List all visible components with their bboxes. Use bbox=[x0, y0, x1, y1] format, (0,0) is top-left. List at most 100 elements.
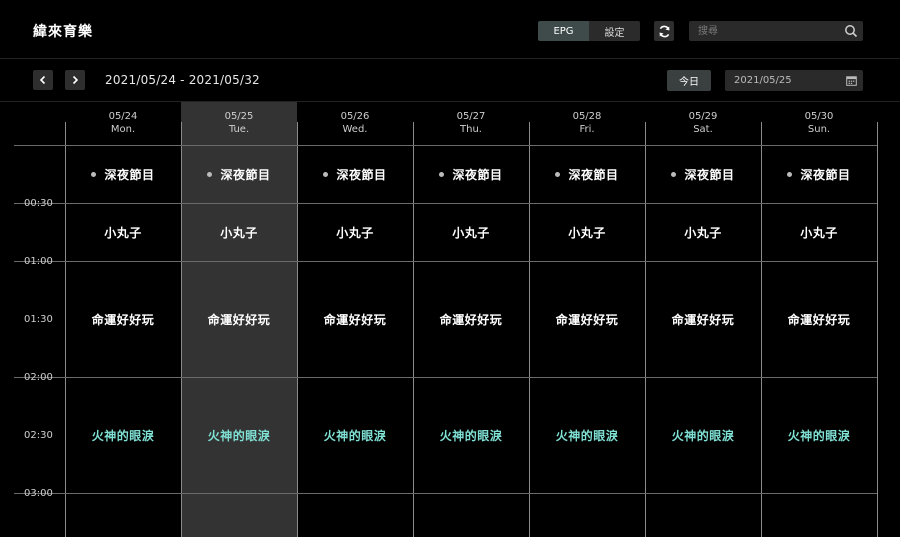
day-header[interactable]: 05/28 Fri. bbox=[529, 110, 645, 136]
search-icon[interactable] bbox=[844, 24, 858, 38]
day-header[interactable]: 05/27 Thu. bbox=[413, 110, 529, 136]
program-cell[interactable]: 火神的眼淚 bbox=[65, 378, 181, 493]
program-cell[interactable]: 小丸子 bbox=[761, 204, 877, 261]
program-title: 命運好好玩 bbox=[787, 313, 851, 327]
program-cell[interactable]: 小丸子 bbox=[65, 204, 181, 261]
program-title: 深夜節目 bbox=[104, 168, 155, 182]
refresh-icon bbox=[659, 25, 669, 37]
header: 緯來育樂 EPG 設定 bbox=[0, 0, 900, 59]
tab-epg[interactable]: EPG bbox=[538, 21, 589, 41]
day-header-date: 05/29 bbox=[688, 111, 718, 122]
program-title: 命運好好玩 bbox=[323, 313, 387, 327]
program-title: 命運好好玩 bbox=[439, 313, 503, 327]
day-header-weekday: Thu. bbox=[460, 124, 482, 135]
today-button[interactable]: 今日 bbox=[667, 70, 711, 91]
calendar-icon[interactable] bbox=[846, 75, 857, 86]
live-dot-icon bbox=[323, 172, 329, 177]
day-header[interactable]: 05/25 Tue. bbox=[181, 110, 297, 136]
program-cell[interactable]: 小丸子 bbox=[645, 204, 761, 261]
program-cell[interactable]: 深夜節目 bbox=[761, 146, 877, 203]
program-title: 火神的眼淚 bbox=[555, 429, 619, 443]
program-cell[interactable]: 命運好好玩 bbox=[645, 262, 761, 377]
chevron-right-icon bbox=[72, 75, 79, 85]
program-title: 火神的眼淚 bbox=[91, 429, 155, 443]
program-cell[interactable]: 火神的眼淚 bbox=[529, 378, 645, 493]
program-cell[interactable]: 命運好好玩 bbox=[297, 262, 413, 377]
live-dot-icon bbox=[671, 172, 677, 177]
program-cell[interactable]: 命運好好玩 bbox=[761, 262, 877, 377]
program-title: 深夜節目 bbox=[452, 168, 503, 182]
chevron-left-icon bbox=[39, 75, 46, 85]
day-header-date: 05/26 bbox=[340, 111, 370, 122]
day-header-weekday: Sun. bbox=[807, 124, 831, 135]
program-cell[interactable]: 火神的眼淚 bbox=[761, 378, 877, 493]
program-cell[interactable]: 小丸子 bbox=[181, 204, 297, 261]
time-slot-label: 01:30 bbox=[24, 314, 53, 325]
mode-toggle: EPG 設定 bbox=[538, 21, 640, 41]
time-slot-label: 01:00 bbox=[24, 256, 53, 267]
program-cell[interactable]: 小丸子 bbox=[529, 204, 645, 261]
program-title: 深夜節目 bbox=[568, 168, 619, 182]
search-input[interactable] bbox=[689, 21, 839, 41]
date-picker-field[interactable]: 2021/05/25 bbox=[725, 70, 863, 91]
program-cell[interactable]: 火神的眼淚 bbox=[181, 378, 297, 493]
day-header[interactable]: 05/29 Sat. bbox=[645, 110, 761, 136]
program-cell[interactable]: 命運好好玩 bbox=[529, 262, 645, 377]
day-header-date: 05/30 bbox=[804, 111, 834, 122]
date-nav-bar: 2021/05/24 - 2021/05/32 今日 2021/05/25 bbox=[0, 60, 900, 102]
time-slot-label: 02:00 bbox=[24, 372, 53, 383]
program-title: 深夜節目 bbox=[220, 168, 271, 182]
program-cell[interactable]: 深夜節目 bbox=[65, 146, 181, 203]
program-title: 深夜節目 bbox=[684, 168, 735, 182]
program-cell[interactable]: 命運好好玩 bbox=[181, 262, 297, 377]
day-header[interactable]: 05/24 Mon. bbox=[65, 110, 181, 136]
program-cell[interactable]: 深夜節目 bbox=[297, 146, 413, 203]
day-header[interactable]: 05/26 Wed. bbox=[297, 110, 413, 136]
program-title: 命運好好玩 bbox=[671, 313, 735, 327]
time-slot-label: 03:00 bbox=[24, 488, 53, 499]
day-header-weekday: Mon. bbox=[110, 124, 136, 135]
prev-week-button[interactable] bbox=[33, 70, 53, 90]
program-title: 小丸子 bbox=[452, 226, 490, 240]
time-slot-label: 02:30 bbox=[24, 430, 53, 441]
program-cell[interactable]: 深夜節目 bbox=[181, 146, 297, 203]
program-title: 火神的眼淚 bbox=[671, 429, 735, 443]
day-header-weekday: Wed. bbox=[342, 124, 368, 135]
day-header-weekday: Tue. bbox=[228, 124, 250, 135]
day-header[interactable]: 05/30 Sun. bbox=[761, 110, 877, 136]
day-header-date: 05/25 bbox=[224, 111, 254, 122]
day-header-weekday: Fri. bbox=[579, 124, 595, 135]
program-cell[interactable]: 火神的眼淚 bbox=[297, 378, 413, 493]
epg-grid: 05/24 Mon. 05/25 Tue. 05/26 Wed. 05/27 Thu. 05/2… bbox=[0, 102, 900, 537]
program-title: 火神的眼淚 bbox=[787, 429, 851, 443]
program-title: 小丸子 bbox=[220, 226, 258, 240]
program-title: 火神的眼淚 bbox=[323, 429, 387, 443]
tab-settings[interactable]: 設定 bbox=[589, 21, 640, 41]
program-cell[interactable]: 火神的眼淚 bbox=[413, 378, 529, 493]
program-cell[interactable]: 火神的眼淚 bbox=[645, 378, 761, 493]
row-divider bbox=[14, 493, 877, 494]
next-week-button[interactable] bbox=[65, 70, 85, 90]
live-dot-icon bbox=[207, 172, 213, 177]
program-cell[interactable]: 命運好好玩 bbox=[413, 262, 529, 377]
program-cell[interactable]: 命運好好玩 bbox=[65, 262, 181, 377]
program-cell[interactable]: 小丸子 bbox=[297, 204, 413, 261]
program-cell[interactable]: 小丸子 bbox=[413, 204, 529, 261]
program-cell[interactable]: 深夜節目 bbox=[645, 146, 761, 203]
program-title: 小丸子 bbox=[568, 226, 606, 240]
day-header-date: 05/28 bbox=[572, 111, 602, 122]
day-header-weekday: Sat. bbox=[693, 124, 713, 135]
program-title: 命運好好玩 bbox=[555, 313, 619, 327]
time-slot-label: 00:30 bbox=[24, 198, 53, 209]
program-title: 火神的眼淚 bbox=[439, 429, 503, 443]
program-title: 火神的眼淚 bbox=[207, 429, 271, 443]
column-divider bbox=[877, 122, 878, 537]
program-cell[interactable]: 深夜節目 bbox=[413, 146, 529, 203]
program-cell[interactable]: 深夜節目 bbox=[529, 146, 645, 203]
program-title: 小丸子 bbox=[104, 226, 142, 240]
search-box bbox=[689, 21, 863, 41]
app-title: 緯來育樂 bbox=[33, 24, 93, 40]
refresh-button[interactable] bbox=[654, 21, 674, 41]
program-title: 小丸子 bbox=[336, 226, 374, 240]
program-title: 命運好好玩 bbox=[91, 313, 155, 327]
